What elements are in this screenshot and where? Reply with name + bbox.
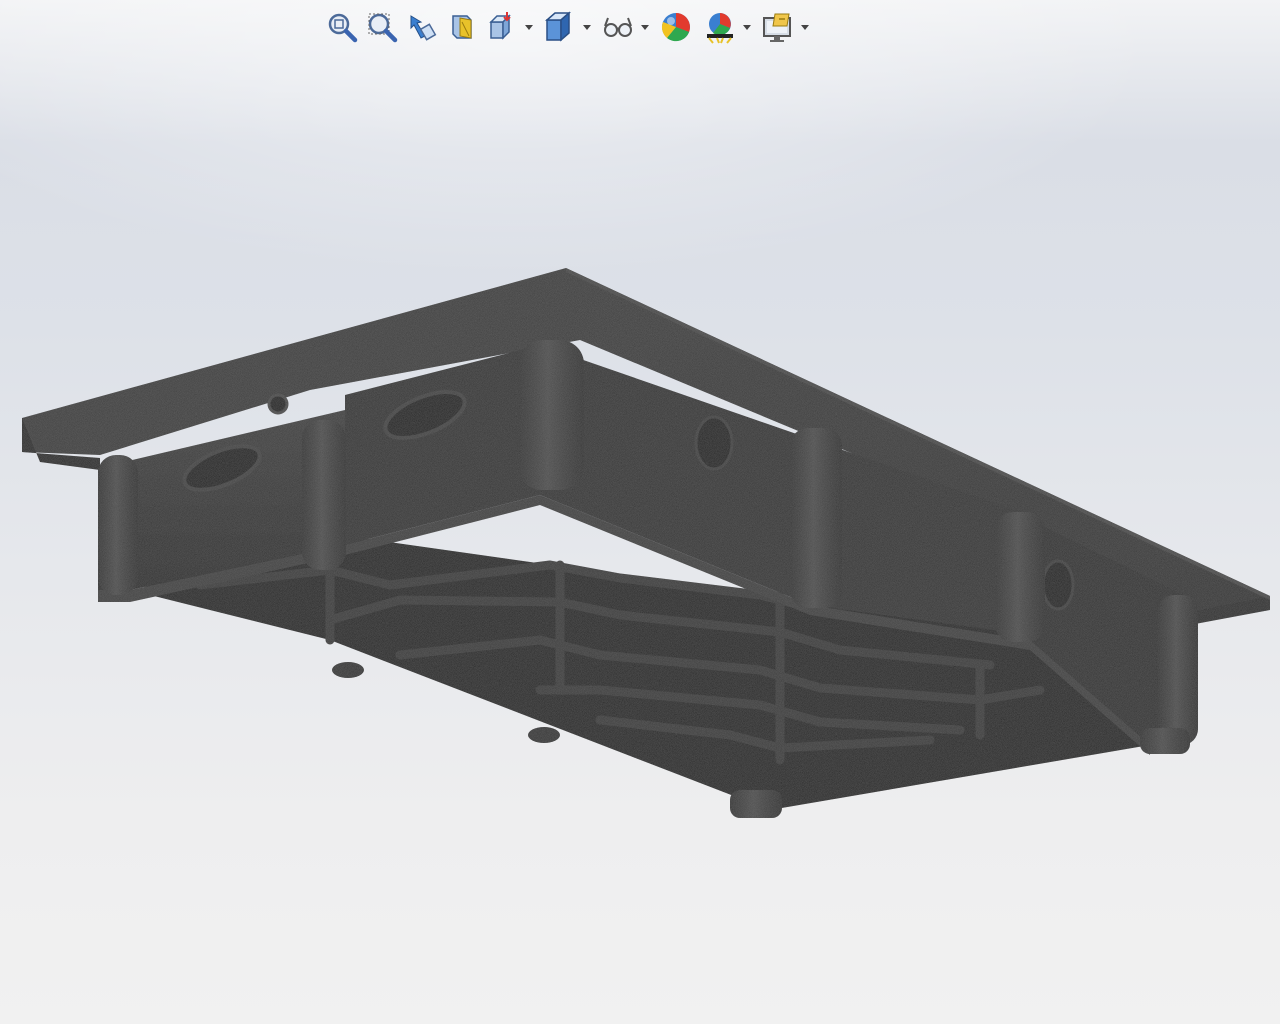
section-view-icon [452,15,472,39]
hide-show-items-dropdown[interactable] [638,7,652,47]
apply-scene-dropdown[interactable] [740,7,754,47]
round-hole [1041,559,1075,611]
zoom-to-fit-icon [328,13,358,43]
heads-up-view-toolbar [322,6,812,48]
boss [302,420,346,570]
edit-appearance-button[interactable] [656,7,696,47]
boss [98,455,138,595]
boss [995,512,1045,642]
chevron-down-icon [641,24,649,30]
boss [1158,595,1198,745]
view-settings-dropdown[interactable] [798,7,812,47]
previous-view-icon [410,15,437,41]
foot [1140,728,1190,754]
chevron-down-icon [583,24,591,30]
display-style-dropdown[interactable] [580,7,594,47]
part-model[interactable] [0,0,1280,1024]
foot [730,790,782,818]
previous-view-button[interactable] [402,7,442,47]
view-orientation-button[interactable] [482,7,522,47]
graphics-area[interactable] [0,0,1280,1024]
round-hole [694,415,734,471]
display-style-button[interactable] [540,7,580,47]
zoom-to-area-icon [368,13,398,43]
view-orientation-dropdown[interactable] [522,7,536,47]
hide-show-items-button[interactable] [598,7,638,47]
view-orientation-icon [489,12,511,40]
apply-scene-button[interactable] [700,7,740,47]
chevron-down-icon [525,24,533,30]
chevron-down-icon [801,24,809,30]
boss [518,340,584,490]
display-style-icon [545,11,571,42]
view-settings-icon [763,13,791,42]
boss [790,428,842,608]
zoom-to-area-button[interactable] [362,7,402,47]
edit-appearance-icon [661,13,690,42]
apply-scene-icon [707,13,733,44]
chevron-down-icon [743,24,751,30]
hide-show-items-icon [604,17,632,37]
zoom-to-fit-button[interactable] [322,7,362,47]
section-view-button[interactable] [442,7,482,47]
view-settings-button[interactable] [758,7,798,47]
